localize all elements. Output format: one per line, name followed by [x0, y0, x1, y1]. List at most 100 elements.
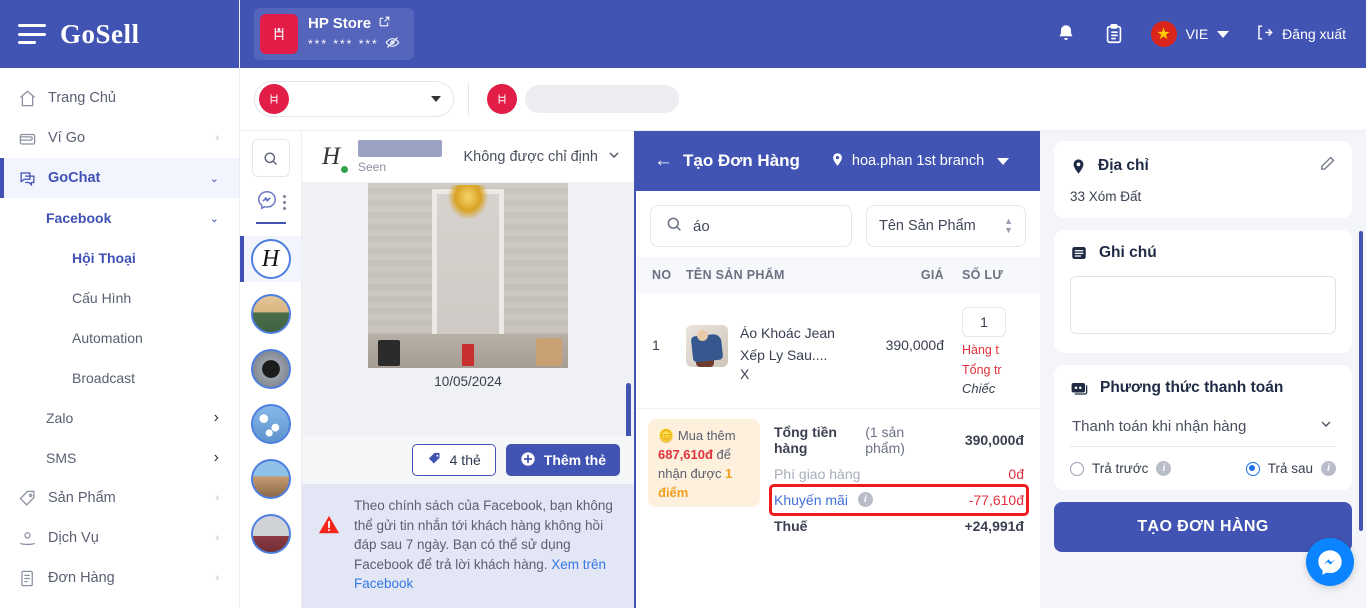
chat-contact-info: Seen: [358, 139, 442, 174]
product-search-box[interactable]: [650, 205, 852, 247]
service-icon: [18, 529, 44, 548]
sidebar-logo-area: GoSell: [0, 0, 239, 68]
tag-count-button[interactable]: 4 thẻ: [411, 444, 496, 477]
message-date: 10/05/2024: [434, 374, 502, 389]
add-tag-button[interactable]: Thêm thẻ: [505, 444, 620, 477]
sidebar-item-dich-vu[interactable]: Dịch Vụ ›: [0, 518, 239, 558]
language-code: VIE: [1185, 26, 1209, 42]
sidebar-item-sms[interactable]: SMS ›: [0, 438, 239, 478]
channel-filter-messenger[interactable]: [255, 189, 286, 224]
conversation-item[interactable]: H: [240, 236, 301, 282]
sidebar-item-label: Dịch Vụ: [48, 530, 99, 546]
search-placeholder-field[interactable]: [525, 85, 679, 113]
sidebar-item-broadcast[interactable]: Broadcast: [0, 358, 239, 398]
tax-value: +24,991đ: [964, 518, 1024, 534]
chevron-down-icon: [1318, 416, 1334, 437]
plus-circle-icon: [520, 451, 536, 470]
pencil-icon[interactable]: [1319, 155, 1336, 177]
more-vertical-icon[interactable]: [282, 195, 286, 210]
tag-count-label: 4 thẻ: [449, 452, 481, 469]
store-name-text: HP Store: [308, 14, 372, 32]
top-bar: HP Store *** *** *** ★ VIE Đăng xuất: [240, 0, 1366, 68]
avatar: [250, 404, 291, 444]
store-logo-icon: [260, 14, 298, 54]
totals-list: Tổng tiền hàng (1 sản phẩm) 390,000đ Phí…: [769, 419, 1029, 539]
product-variant: X: [740, 366, 750, 383]
logout-label: Đăng xuất: [1282, 26, 1346, 42]
sidebar-item-label: Sản Phẩm: [48, 490, 116, 506]
radio-prepay[interactable]: Trả trước i: [1070, 461, 1172, 476]
arrow-left-icon[interactable]: ←: [654, 150, 673, 172]
product-search-input[interactable]: [693, 217, 837, 235]
conversation-item[interactable]: [240, 401, 301, 447]
col-price: GIÁ: [920, 268, 944, 282]
topbar-actions: ★ VIE Đăng xuất: [1055, 21, 1346, 47]
sidebar-item-facebook[interactable]: Facebook ⌄: [0, 198, 239, 238]
sidebar-item-automation[interactable]: Automation: [0, 318, 239, 358]
sidebar-item-trang-chu[interactable]: Trang Chủ: [0, 78, 239, 118]
chat-scrollbar[interactable]: [626, 383, 631, 437]
radio-postpay[interactable]: Trả sau i: [1245, 461, 1336, 476]
info-icon[interactable]: i: [1321, 461, 1336, 476]
warning-text: Theo chính sách của Facebook, bạn không …: [354, 496, 620, 594]
product-sort-dropdown[interactable]: Tên Sản Phẩm ▲ ▼: [866, 205, 1026, 247]
sidebar-item-san-pham[interactable]: Sản Phẩm ›: [0, 478, 239, 518]
info-icon[interactable]: i: [1156, 461, 1172, 476]
conversation-item[interactable]: [240, 456, 301, 502]
radio-circle-icon: [1070, 461, 1084, 476]
branch-selector[interactable]: hoa.phan 1st branch: [830, 151, 1010, 172]
conversation-search-box[interactable]: [483, 81, 683, 117]
product-thumbnail[interactable]: [686, 325, 728, 367]
radio-postpay-label: Trả sau: [1267, 461, 1313, 476]
clipboard-icon[interactable]: [1103, 23, 1125, 45]
note-icon: [1070, 244, 1088, 262]
sidebar-item-zalo[interactable]: Zalo ›: [0, 398, 239, 438]
warning-triangle-icon: [316, 496, 342, 594]
conversation-item[interactable]: [240, 346, 301, 392]
conversation-item[interactable]: [240, 511, 301, 557]
message-image[interactable]: [368, 183, 568, 368]
sidebar-item-label: Broadcast: [72, 370, 136, 386]
sidebar-item-cau-hinh[interactable]: Cấu Hình: [0, 278, 239, 318]
address-card-header: Địa chỉ: [1070, 155, 1336, 177]
note-card-header: Ghi chú: [1070, 244, 1336, 262]
bell-icon[interactable]: [1055, 23, 1077, 45]
row-index: 1: [652, 337, 660, 353]
note-textarea[interactable]: [1070, 276, 1336, 334]
sidebar-item-hoi-thoai[interactable]: Hội Thoại: [0, 238, 239, 278]
order-details-panel: Địa chỉ 33 Xóm Đất Ghi chú Phương thức t…: [1040, 131, 1366, 608]
create-order-button[interactable]: TẠO ĐƠN HÀNG: [1054, 502, 1352, 552]
assignee-dropdown[interactable]: Không được chỉ định: [464, 147, 623, 167]
order-summary: 🪙 Mua thêm 687,610đ để nhận được 1 điểm …: [636, 408, 1040, 539]
messenger-icon[interactable]: [1306, 538, 1354, 586]
product-unit: Chiếc: [962, 381, 996, 396]
payment-timing-radios: Trả trước i Trả sau i: [1070, 461, 1336, 476]
eye-off-icon[interactable]: [385, 35, 400, 53]
store-selector[interactable]: HP Store *** *** ***: [254, 8, 414, 60]
chevron-right-icon: ›: [215, 492, 219, 504]
order-header: ← Tạo Đơn Hàng hoa.phan 1st branch: [636, 131, 1040, 191]
conversation-item[interactable]: [240, 291, 301, 337]
promo-suffix: điểm: [658, 484, 689, 500]
page-select-dropdown[interactable]: [254, 81, 454, 117]
sidebar-item-don-hang[interactable]: Đơn Hàng ›: [0, 558, 239, 598]
quantity-stepper[interactable]: 1: [962, 307, 1006, 337]
menu-toggle-icon[interactable]: [18, 24, 46, 44]
logout-icon: [1255, 23, 1274, 45]
avatar: [250, 294, 291, 334]
search-icon[interactable]: [251, 139, 290, 177]
table-row: 1 Áo Khoác Jean Xếp Ly Sau.... X 390,000…: [636, 293, 1040, 408]
language-selector[interactable]: ★ VIE: [1150, 21, 1230, 47]
right-panel-scrollbar[interactable]: [1359, 231, 1363, 531]
total-row-discount[interactable]: Khuyến mãi i -77,610đ: [769, 484, 1029, 516]
logout-button[interactable]: Đăng xuất: [1255, 23, 1346, 45]
sidebar-item-label: SMS: [46, 450, 77, 466]
avatar: H: [314, 140, 349, 174]
tag-icon: [427, 451, 442, 469]
payment-method-dropdown[interactable]: Thanh toán khi nhận hàng: [1070, 407, 1336, 447]
product-text-block: Áo Khoác Jean Xếp Ly Sau.... X: [740, 307, 848, 396]
sidebar-item-gochat[interactable]: GoChat ⌄: [0, 158, 239, 198]
external-link-icon[interactable]: [378, 15, 391, 33]
sidebar-item-vi-go[interactable]: Ví Go ›: [0, 118, 239, 158]
info-icon[interactable]: i: [857, 492, 873, 507]
